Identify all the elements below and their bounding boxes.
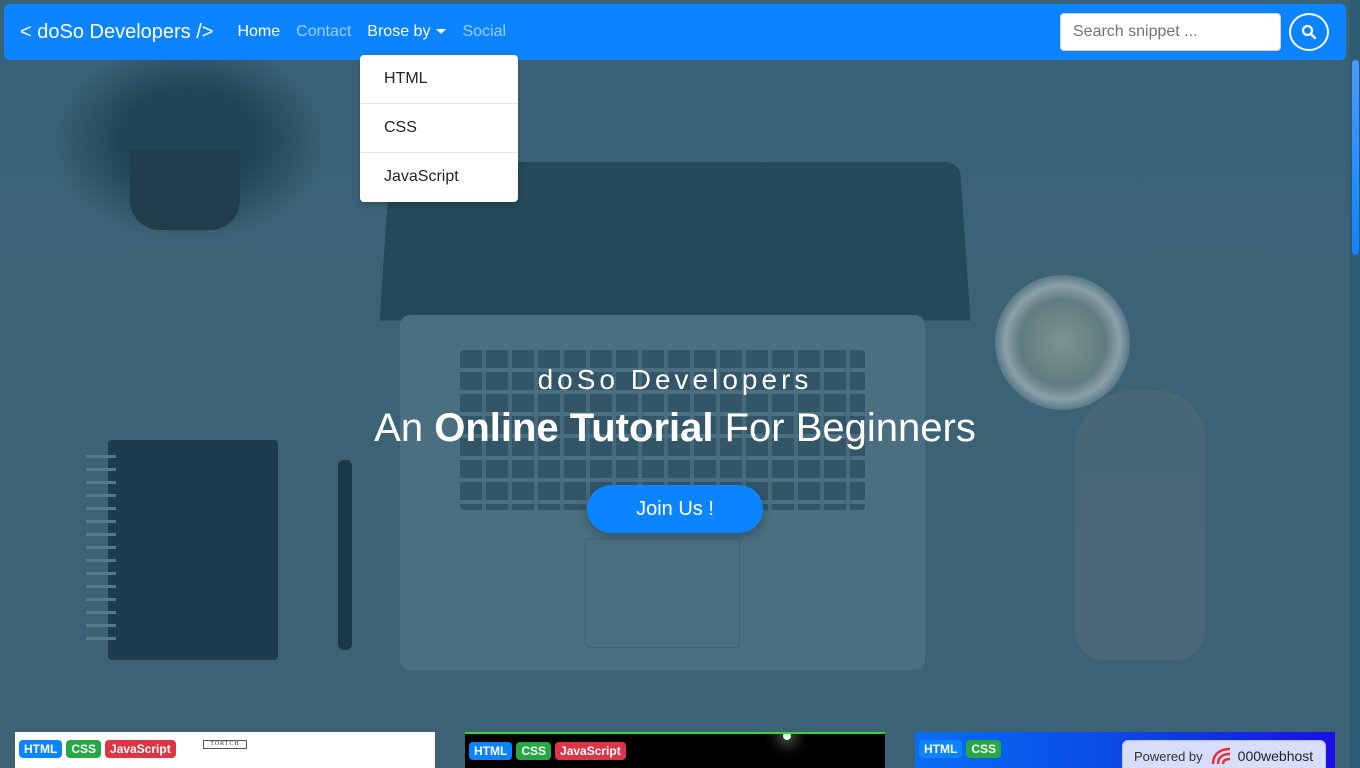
hero-title: An Online Tutorial For Beginners (0, 406, 1350, 451)
navbar: < doSo Developers /> Home Contact Brose … (4, 4, 1346, 60)
pen-image (338, 460, 352, 650)
nav-contact[interactable]: Contact (296, 23, 351, 41)
browse-dropdown-menu: HTML CSS JavaScript (360, 55, 518, 202)
powered-by-badge[interactable]: Powered by 000webhost (1122, 740, 1326, 768)
webhost-logo-icon (1211, 747, 1230, 765)
hero-title-bold: Online Tutorial (434, 406, 714, 450)
glow-dot (783, 734, 791, 740)
nav-browse-label: Brose by (367, 23, 431, 40)
snippet-card[interactable]: HTML CSS JavaScript TORTCH (15, 732, 435, 768)
html-badge: HTML (919, 740, 963, 758)
nav-home[interactable]: Home (237, 23, 280, 41)
search-button[interactable] (1289, 13, 1329, 51)
caret-down-icon (436, 29, 447, 35)
nav-browse-dropdown[interactable]: Brose by (367, 23, 447, 41)
scrollbar-thumb[interactable] (1352, 60, 1359, 255)
search-input[interactable] (1060, 13, 1281, 51)
notebook-spiral-image (86, 455, 116, 650)
brand-logo[interactable]: < doSo Developers /> (20, 21, 213, 44)
css-badge: CSS (516, 742, 552, 760)
hero-title-prefix: An (374, 406, 435, 450)
trackpad-image (585, 538, 740, 648)
plant-pot-image (130, 150, 240, 230)
dropdown-item-html[interactable]: HTML (360, 55, 518, 104)
notebook-image (108, 440, 278, 660)
javascript-badge: JavaScript (555, 742, 626, 760)
hero-title-suffix: For Beginners (713, 406, 976, 450)
card-badges: HTML CSS JavaScript (469, 742, 626, 760)
dropdown-item-javascript[interactable]: JavaScript (360, 153, 518, 202)
html-badge: HTML (19, 740, 63, 758)
hero-section: doSo Developers An Online Tutorial For B… (0, 0, 1350, 768)
dropdown-item-css[interactable]: CSS (360, 104, 518, 153)
snippet-card[interactable]: HTML CSS JavaScript (465, 732, 885, 768)
search-icon (1301, 24, 1317, 40)
card-badges: HTML CSS (919, 740, 1002, 758)
html-badge: HTML (469, 742, 513, 760)
card-preview-label: TORTCH (203, 740, 247, 749)
javascript-badge: JavaScript (105, 740, 176, 758)
card-badges: HTML CSS JavaScript (19, 740, 176, 758)
join-us-button[interactable]: Join Us ! (587, 485, 763, 533)
css-badge: CSS (66, 740, 102, 758)
hero-subtitle: doSo Developers (537, 364, 813, 395)
css-badge: CSS (966, 740, 1002, 758)
powered-by-brand: 000webhost (1237, 748, 1314, 764)
powered-by-label: Powered by (1134, 748, 1203, 764)
nav-social[interactable]: Social (462, 23, 506, 41)
